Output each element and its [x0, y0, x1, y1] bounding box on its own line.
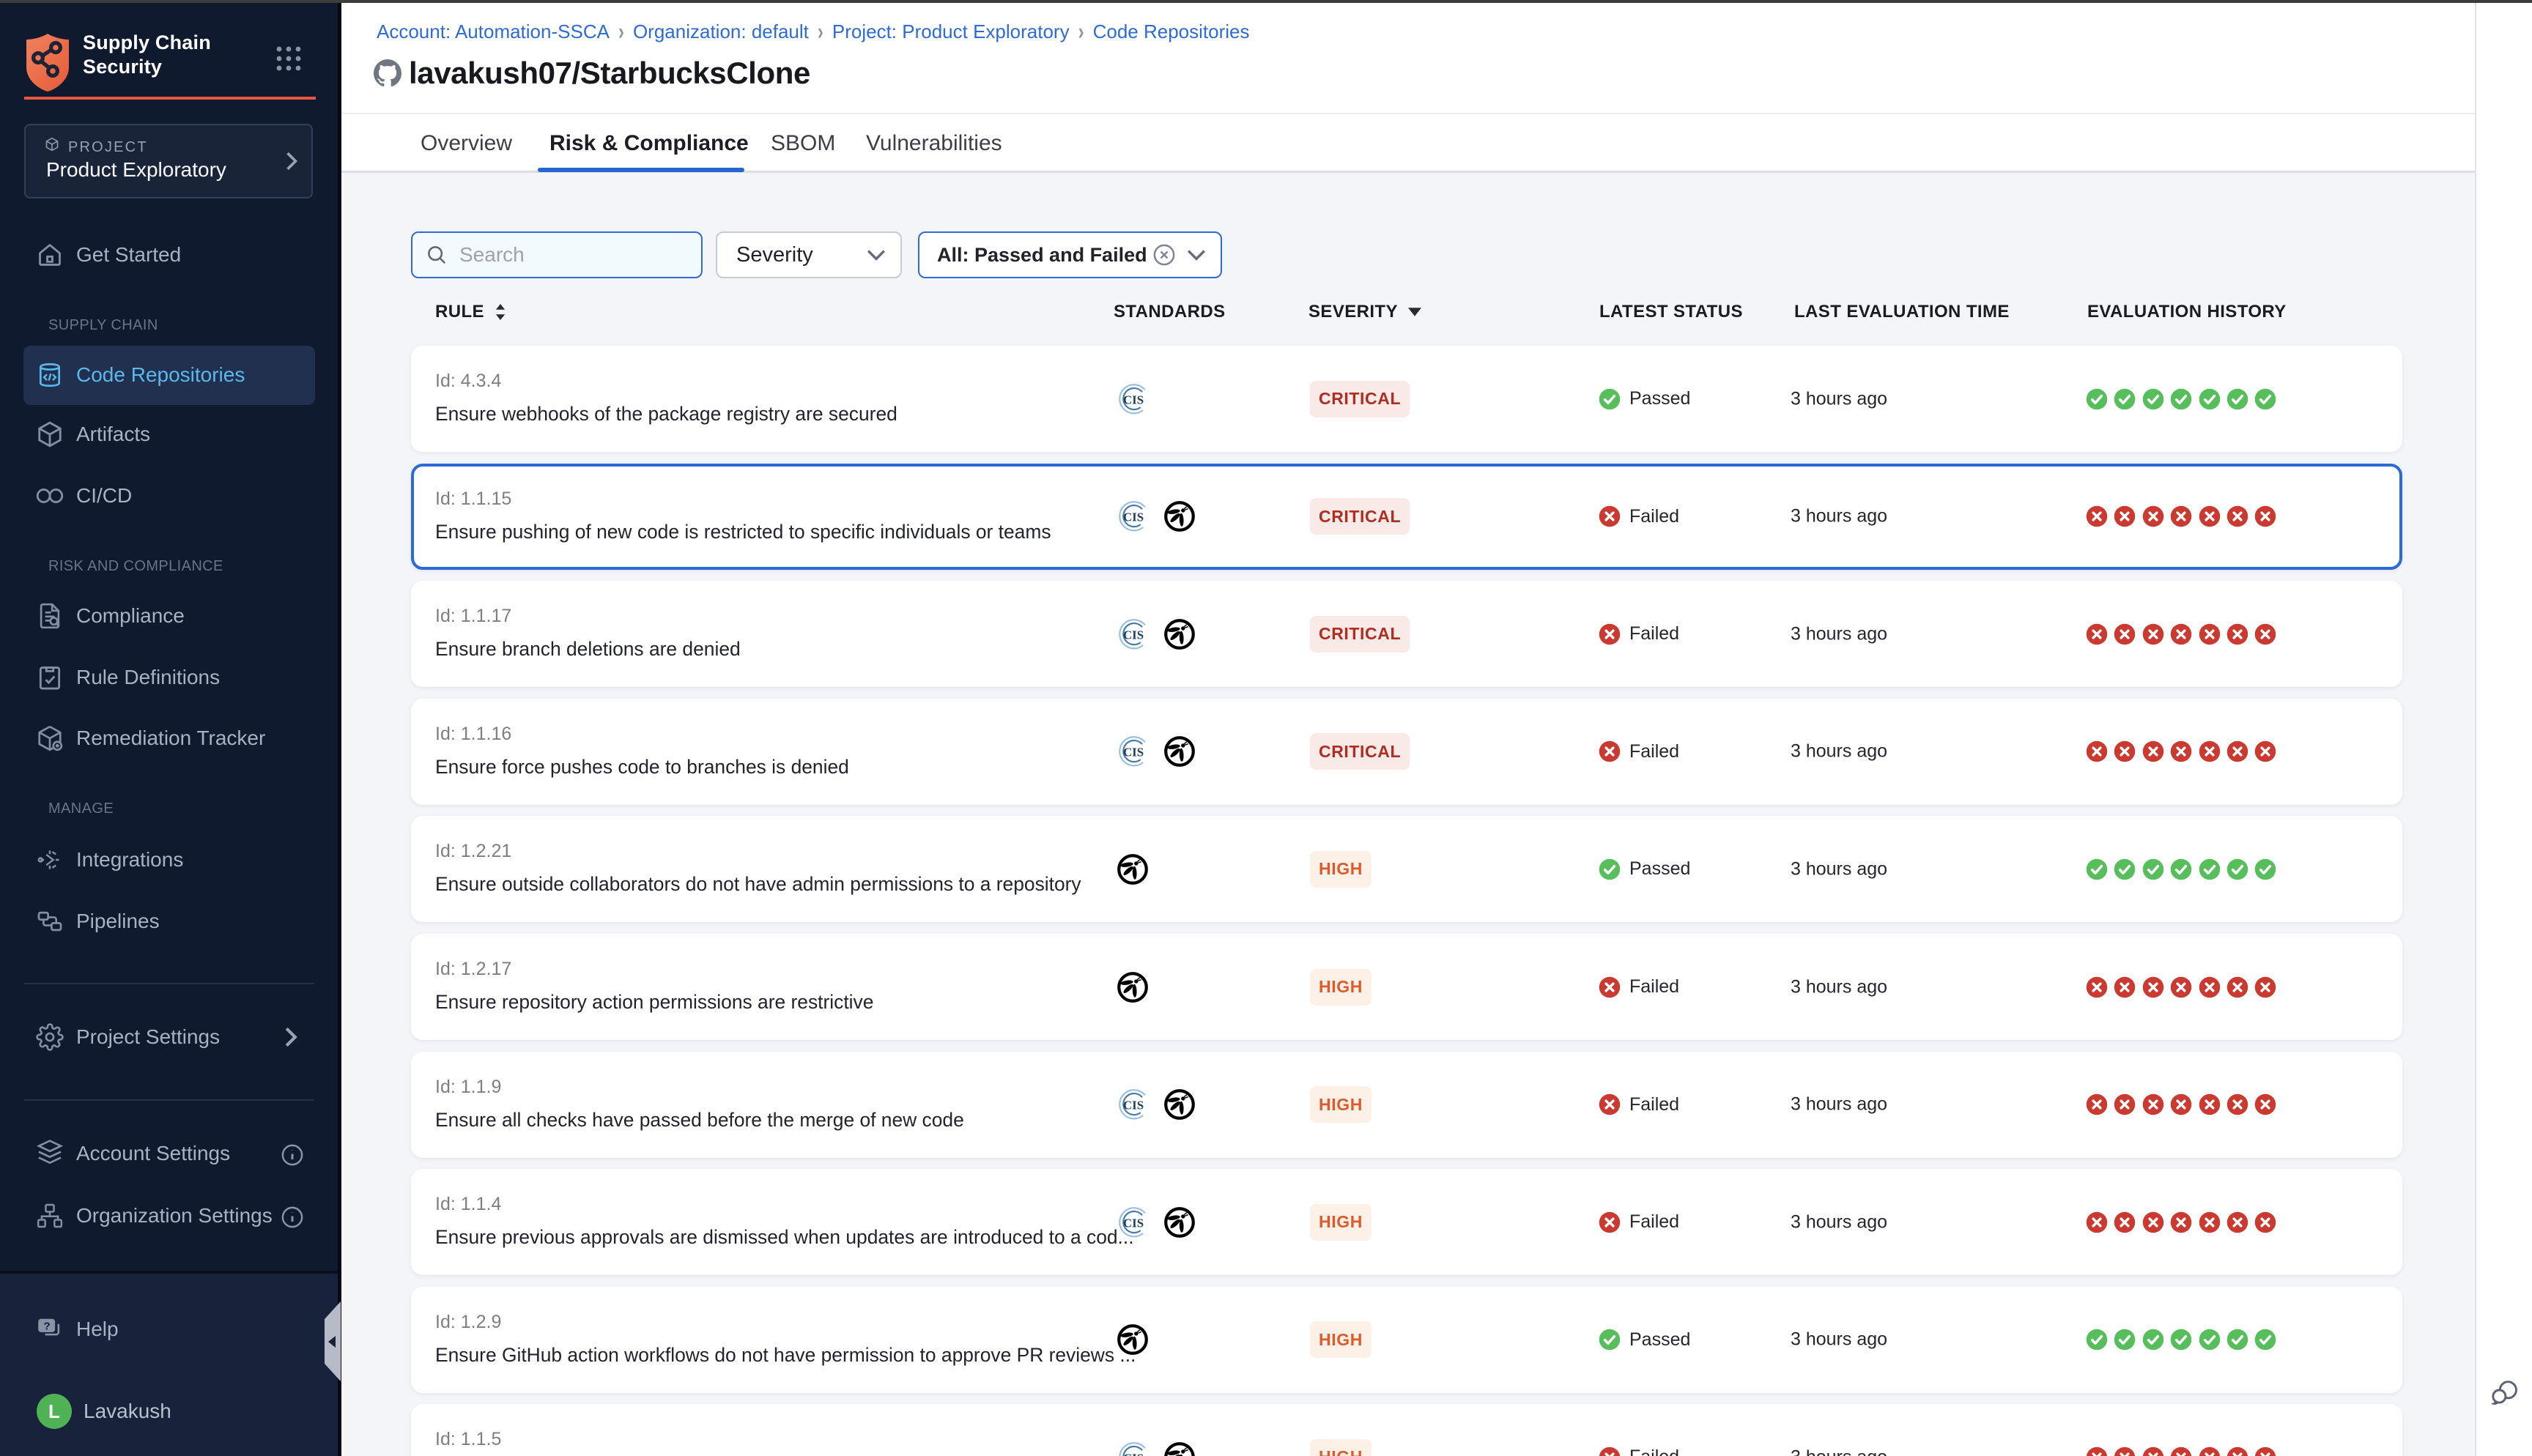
svg-text:?: ? [43, 1321, 50, 1333]
